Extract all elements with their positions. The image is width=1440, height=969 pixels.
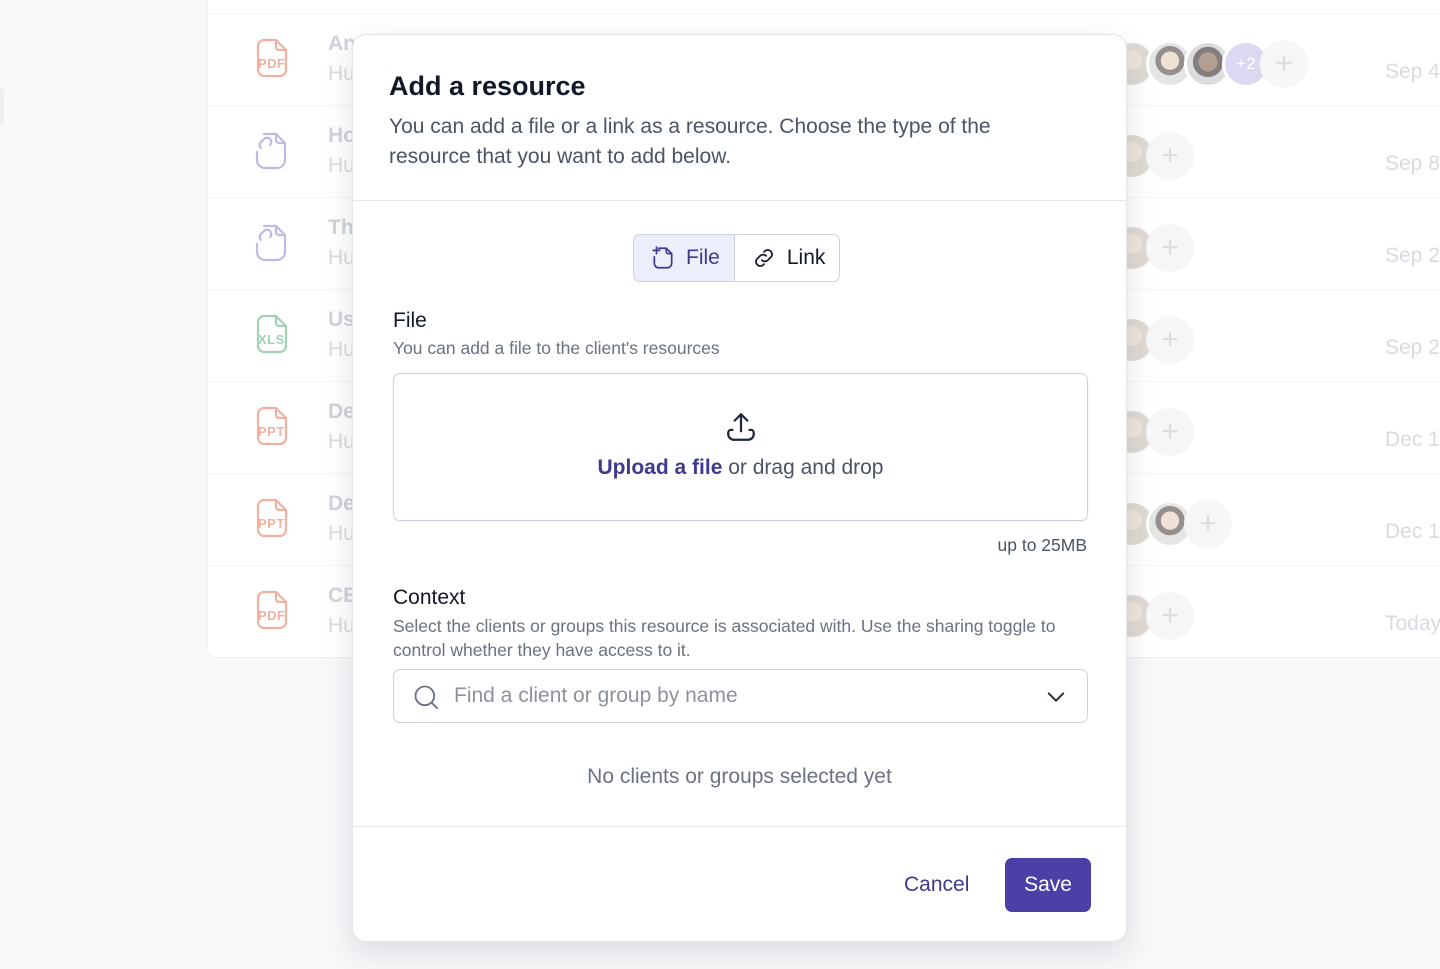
file-type-label: File [686, 246, 720, 269]
dialog-description: You can add a file or a link as a resour… [389, 115, 991, 168]
dialog-footer: Cancel Save [353, 826, 1126, 942]
file-add-icon [652, 246, 673, 269]
search-input-placeholder[interactable]: Find a client or group by name [454, 684, 738, 708]
client-group-search-select[interactable]: Find a client or group by name [393, 669, 1088, 723]
file-dropzone[interactable]: Upload a file or drag and drop [393, 373, 1088, 521]
add-resource-dialog: Add a resource You can add a file or a l… [352, 34, 1127, 942]
file-section-help: You can add a file to the client's resou… [393, 338, 720, 358]
dialog-header: Add a resource You can add a file or a l… [353, 35, 1126, 201]
upload-file-link[interactable]: Upload a file [598, 456, 723, 479]
context-section-label: Context [393, 586, 466, 609]
save-button[interactable]: Save [1005, 858, 1091, 912]
cancel-button[interactable]: Cancel [888, 859, 985, 911]
upload-icon [727, 413, 755, 441]
dialog-title: Add a resource [389, 71, 586, 101]
empty-selection-text: No clients or groups selected yet [587, 765, 892, 788]
resource-type-toggle: File Link [633, 234, 841, 282]
link-icon [754, 249, 773, 267]
file-section-label: File [393, 309, 427, 332]
link-type-button[interactable]: Link [734, 235, 840, 281]
chevron-down-icon[interactable] [1045, 686, 1067, 708]
dropzone-text: Upload a file or drag and drop [394, 456, 1087, 480]
file-type-button[interactable]: File [634, 235, 735, 281]
file-size-limit: up to 25MB [997, 535, 1088, 555]
context-section-help: Select the clients or groups this resour… [393, 616, 1056, 660]
link-type-label: Link [786, 246, 826, 269]
search-icon [414, 685, 439, 710]
drag-drop-text: or drag and drop [722, 456, 884, 479]
